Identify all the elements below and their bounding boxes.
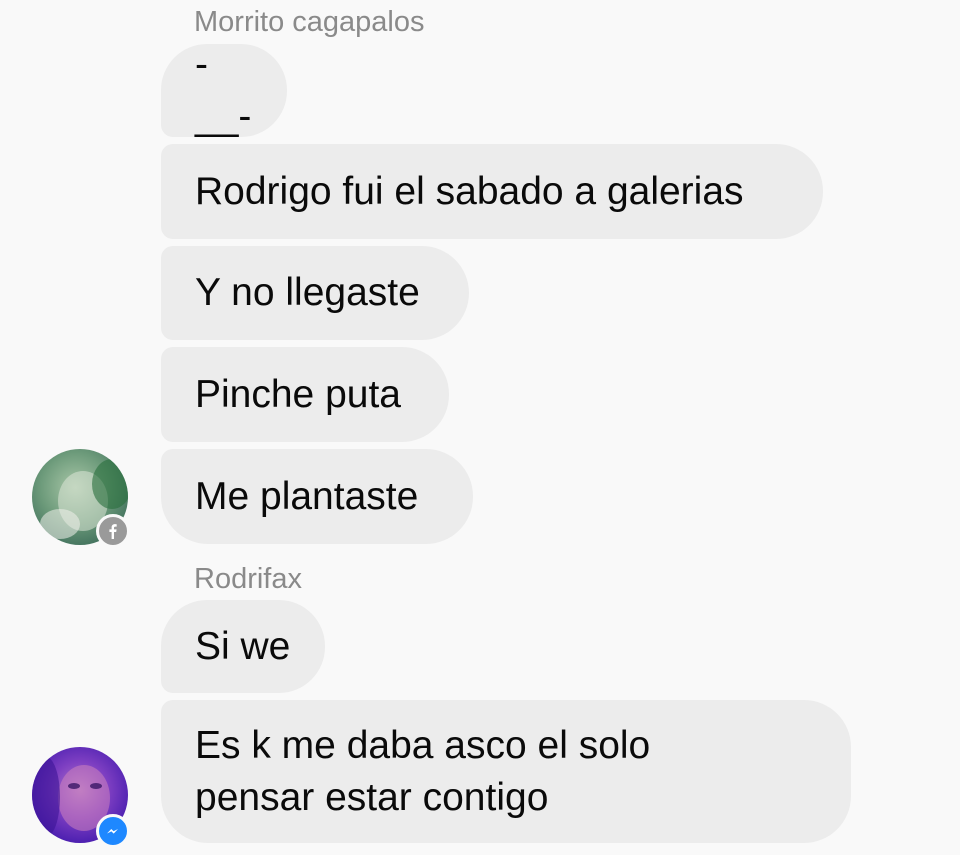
- facebook-icon: [96, 514, 130, 548]
- sender-name: Rodrifax: [194, 563, 302, 595]
- message-bubble[interactable]: Rodrigo fui el sabado a galerias: [161, 144, 823, 239]
- message-bubble[interactable]: Si we: [161, 600, 325, 693]
- sender-name: Morrito cagapalos: [194, 6, 425, 38]
- message-bubble[interactable]: -__-: [161, 43, 287, 138]
- message-bubble[interactable]: Y no llegaste: [161, 246, 469, 340]
- message-bubble[interactable]: Pinche puta: [161, 347, 449, 442]
- messenger-icon: [96, 814, 130, 848]
- message-bubble[interactable]: Es k me daba asco el solo pensar estar c…: [161, 700, 851, 843]
- message-bubble[interactable]: Me plantaste: [161, 449, 473, 544]
- chat-thread: Morrito cagapalos -__- Rodrigo fui el sa…: [0, 0, 960, 855]
